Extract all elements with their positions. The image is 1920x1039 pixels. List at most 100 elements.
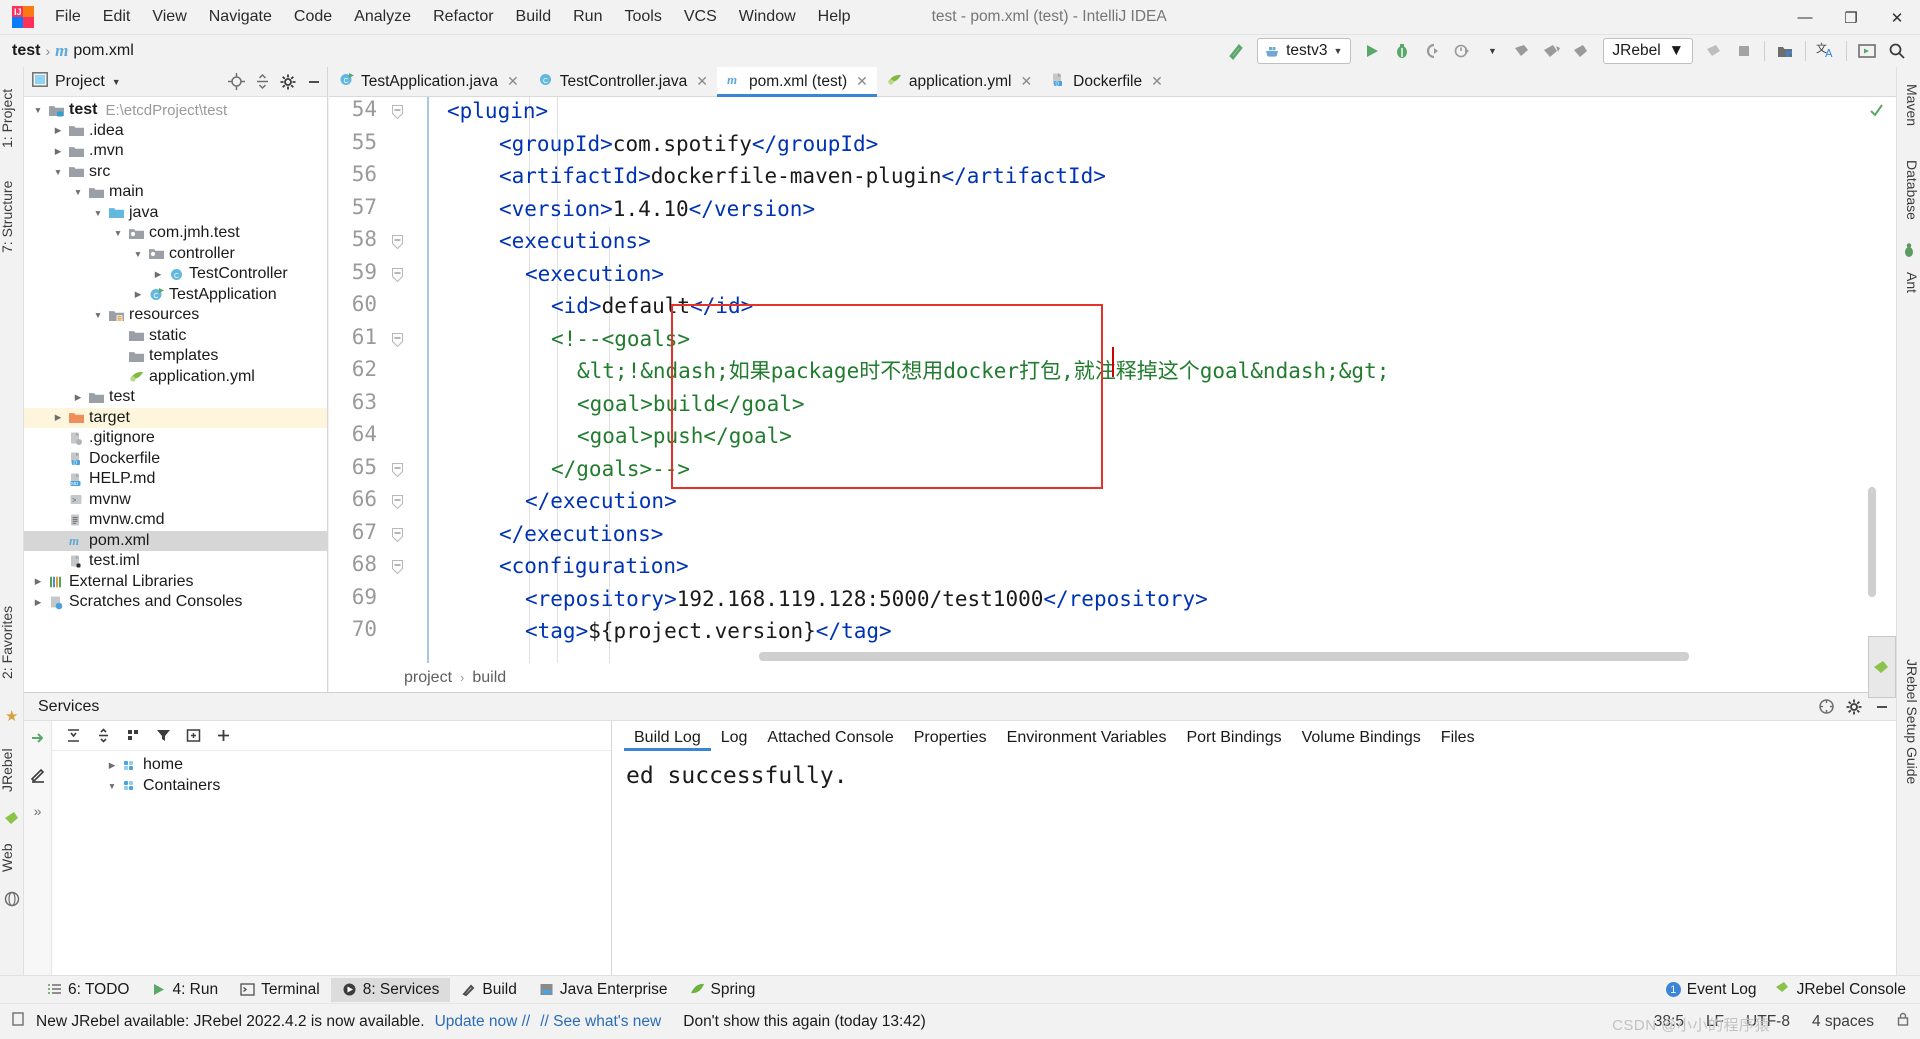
tree-node-application-yml[interactable]: application.yml (24, 367, 327, 388)
rail-tab-database[interactable]: Database (1896, 145, 1920, 235)
chevron-right-icon[interactable]: ▶ (50, 125, 66, 136)
tree-node-java[interactable]: ▼ java (24, 203, 327, 224)
search-everywhere-icon[interactable] (1882, 37, 1912, 65)
stop-icon[interactable] (1729, 37, 1759, 65)
dismiss-link[interactable]: Don't show this again (today 13:42) (683, 1013, 926, 1031)
rail-tab-structure[interactable]: 7: Structure (0, 167, 23, 267)
more-icon[interactable]: » (34, 803, 42, 819)
tree-node-help-md[interactable]: MD HELP.md (24, 469, 327, 490)
chevron-down-icon[interactable]: ▼ (30, 105, 46, 115)
translate-icon[interactable]: 文A (1811, 37, 1841, 65)
menu-item-file[interactable]: File (44, 4, 92, 30)
whats-new-link[interactable]: // See what's new (540, 1013, 661, 1031)
vertical-scrollbar[interactable] (1868, 487, 1876, 597)
build-hammer-icon[interactable] (1221, 37, 1251, 65)
menu-item-code[interactable]: Code (283, 4, 343, 30)
chevron-down-icon[interactable]: ▼ (104, 781, 120, 791)
services-tab-attached-console[interactable]: Attached Console (757, 725, 903, 751)
code-fold-marker[interactable] (391, 332, 404, 347)
editor-breadcrumb-project[interactable]: project (404, 669, 452, 687)
tree-node-pom-xml[interactable]: m pom.xml (24, 530, 327, 551)
jrebel-console-button[interactable]: JRebel Console (1775, 980, 1906, 999)
services-node-containers[interactable]: ▼ Containers (52, 776, 611, 797)
tool-tab-4-run[interactable]: 4: Run (140, 978, 229, 1002)
editor-tab-application-yml[interactable]: application.yml ✕ (877, 67, 1041, 96)
profiler-icon[interactable] (1447, 37, 1477, 65)
jrebel-debug-icon[interactable] (1537, 37, 1567, 65)
menu-item-view[interactable]: View (141, 4, 197, 30)
code-fold-marker[interactable] (391, 495, 404, 510)
jrebel-extra-icon[interactable] (1699, 37, 1729, 65)
services-tab-files[interactable]: Files (1431, 725, 1485, 751)
code-fold-marker[interactable] (391, 462, 404, 477)
close-icon[interactable]: ✕ (856, 73, 868, 90)
tool-tab-terminal[interactable]: Terminal (229, 978, 331, 1002)
filter-icon[interactable] (150, 724, 176, 748)
indent-setting[interactable]: 4 spaces (1812, 1013, 1874, 1031)
close-icon[interactable]: ✕ (1020, 73, 1032, 90)
tree-node-test[interactable]: ▼ test E:\etcdProject\test (24, 100, 327, 121)
rail-tab-jrebel[interactable]: JRebel (0, 739, 23, 801)
tree-node-resources[interactable]: ▼ resources (24, 305, 327, 326)
tree-node-test[interactable]: ▶ test (24, 387, 327, 408)
rail-tab-project[interactable]: 1: Project (0, 75, 23, 161)
tree-node-static[interactable]: static (24, 326, 327, 347)
tree-node-mvnw[interactable]: > mvnw (24, 490, 327, 511)
tool-tab-8-services[interactable]: 8: Services (330, 977, 451, 1002)
tree-node-test-iml[interactable]: test.iml (24, 551, 327, 572)
rail-tab-web[interactable]: Web (0, 833, 23, 883)
chevron-right-icon[interactable]: ▶ (130, 289, 146, 300)
hide-panel-icon[interactable] (301, 69, 327, 95)
chevron-right-icon[interactable]: ▶ (30, 576, 46, 587)
jrebel-selector[interactable]: JRebel ▼ (1603, 38, 1693, 64)
services-tab-environment-variables[interactable]: Environment Variables (997, 725, 1177, 751)
menu-item-analyze[interactable]: Analyze (343, 4, 422, 30)
edit-pencil-icon[interactable] (29, 766, 47, 789)
help-icon[interactable] (1812, 694, 1840, 720)
breadcrumb-project[interactable]: test (12, 42, 40, 60)
tree-node-com-jmh-test[interactable]: ▼ com.jmh.test (24, 223, 327, 244)
services-node-home[interactable]: ▶ home (52, 755, 611, 776)
tree-node-scratches-and-consoles[interactable]: ▶ Scratches and Consoles (24, 592, 327, 613)
collapse-all-icon[interactable] (249, 69, 275, 95)
chevron-down-icon[interactable]: ▼ (90, 310, 106, 320)
expand-all-icon[interactable] (60, 724, 86, 748)
services-tab-log[interactable]: Log (711, 725, 758, 751)
inspection-ok-icon[interactable] (1869, 103, 1884, 123)
editor-tab-testapplication-java[interactable]: C TestApplication.java ✕ (329, 67, 528, 96)
tool-tab-spring[interactable]: Spring (679, 978, 767, 1002)
services-tab-properties[interactable]: Properties (904, 725, 997, 751)
menu-item-tools[interactable]: Tools (613, 4, 672, 30)
chevron-down-icon[interactable]: ▼ (130, 249, 146, 259)
tree-node-external-libraries[interactable]: ▶ External Libraries (24, 572, 327, 593)
chevron-down-icon[interactable]: ▼ (90, 208, 106, 218)
jrebel-run-icon[interactable] (1507, 37, 1537, 65)
run-configuration-selector[interactable]: testv3 ▼ (1257, 38, 1352, 64)
tree-node-mvnw-cmd[interactable]: mvnw.cmd (24, 510, 327, 531)
chevron-right-icon[interactable]: ▶ (50, 412, 66, 423)
profiler-dropdown-icon[interactable]: ▼ (1477, 37, 1507, 65)
chevron-down-icon[interactable]: ▼ (112, 77, 121, 87)
close-icon[interactable]: ✕ (696, 73, 708, 90)
breadcrumb-file[interactable]: pom.xml (73, 42, 133, 60)
chevron-down-icon[interactable]: ▼ (50, 167, 66, 177)
code-fold-marker[interactable] (391, 105, 404, 120)
code-editor[interactable]: 54 55 56 57 58 59 60 61 62 63 64 65 66 67 68 69 70 <plug… (329, 97, 1896, 663)
tree-node-src[interactable]: ▼ src (24, 162, 327, 183)
services-tab-port-bindings[interactable]: Port Bindings (1176, 725, 1291, 751)
tool-tab-6-todo[interactable]: 6: TODO (36, 978, 140, 1002)
rail-tab-ant[interactable]: Ant (1896, 263, 1920, 303)
chevron-down-icon[interactable]: ▼ (70, 187, 86, 197)
collapse-all-icon[interactable] (90, 724, 116, 748)
tool-tab-build[interactable]: Build (450, 978, 527, 1002)
chevron-right-icon[interactable]: ▶ (30, 597, 46, 608)
chevron-right-icon[interactable]: ▶ (50, 146, 66, 157)
menu-item-vcs[interactable]: VCS (673, 4, 728, 30)
close-button[interactable]: ✕ (1874, 0, 1920, 35)
maximize-button[interactable]: ❐ (1828, 0, 1874, 35)
tree-node-main[interactable]: ▼ main (24, 182, 327, 203)
layout-icon[interactable] (180, 724, 206, 748)
editor-breadcrumb-build[interactable]: build (472, 669, 506, 687)
project-structure-icon[interactable] (1770, 37, 1800, 65)
run-icon[interactable] (1357, 37, 1387, 65)
